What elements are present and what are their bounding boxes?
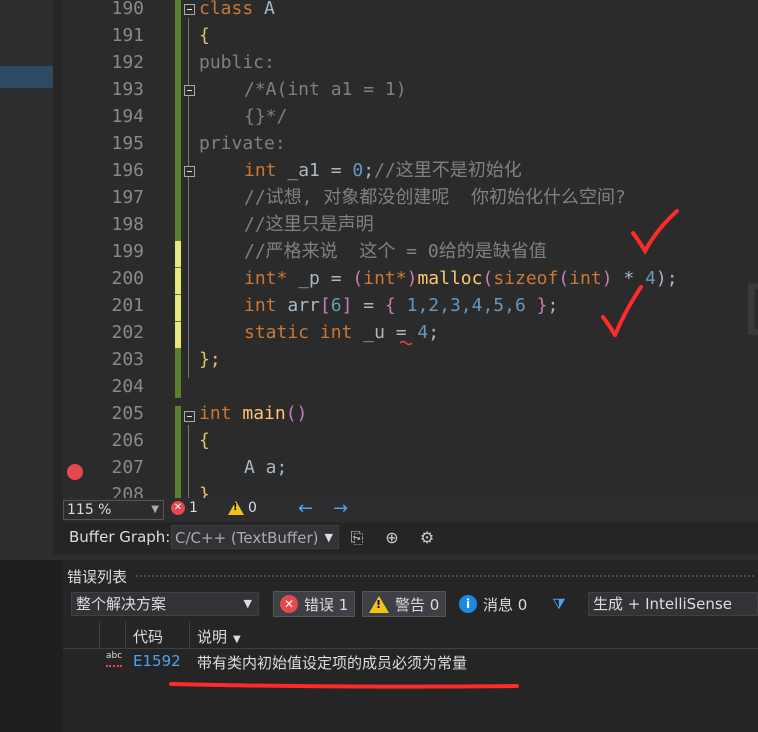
error-icon: ✕ (171, 501, 185, 515)
errors-filter-button[interactable]: ✕ 错误 1 (273, 591, 356, 617)
chevron-down-icon: ▼ (151, 504, 159, 515)
code-line[interactable]: int arr[6] = { 1,2,3,4,5,6 }; (244, 292, 558, 319)
code-line[interactable]: int* _p = (int*)malloc(sizeof(int) * 4); (244, 265, 678, 292)
warning-count[interactable]: ! 0 (228, 500, 257, 516)
line-number: 207 (111, 457, 144, 478)
code-line[interactable]: } (199, 481, 210, 498)
panel-title: 错误列表 (67, 568, 128, 586)
code-editor[interactable]: De 190 class A 191 { 192 public: 193 /*A… (63, 0, 758, 498)
line-number: 204 (111, 376, 144, 397)
code-line[interactable]: //严格来说 这个 = 0给的是缺省值 (244, 238, 547, 265)
line-number: 208 (111, 484, 144, 498)
messages-filter-button[interactable]: i 消息 0 (459, 591, 527, 617)
filter-icon[interactable]: ⧩ (547, 592, 571, 616)
chevron-down-icon: ▼ (233, 634, 241, 645)
code-line[interactable]: //这里只是声明 (244, 211, 374, 238)
buffer-graph-label: Buffer Graph: (69, 528, 171, 546)
column-divider (125, 622, 126, 648)
line-number: 199 (111, 241, 144, 262)
panel-drag-handle[interactable] (135, 574, 755, 578)
line-number: 205 (111, 403, 144, 424)
graph-add-icon[interactable]: ⊕ (381, 527, 403, 549)
zoom-select[interactable]: 115 % ▼ (63, 500, 164, 520)
info-icon: i (459, 595, 477, 613)
line-number: 203 (111, 349, 144, 370)
code-line[interactable]: int _a1 = 0;//这里不是初始化 (244, 157, 522, 184)
graph-settings-icon[interactable]: ⚙ (416, 527, 438, 549)
error-description: 带有类内初始值设定项的成员必须为常量 (197, 654, 468, 672)
line-number: 206 (111, 430, 144, 451)
buffer-graph-toolbar: Buffer Graph: C/C++ (TextBuffer) ▼ ⎘ ⊕ ⚙ (63, 522, 758, 554)
line-number: 190 (111, 0, 144, 19)
line-number: 198 (111, 214, 144, 235)
line-number: 201 (111, 295, 144, 316)
intellisense-error-icon: abc (106, 651, 123, 667)
chevron-down-icon: ▼ (324, 531, 333, 544)
editor-statusbar: 115 % ▼ ✕ 1 ! 0 ← → (63, 498, 758, 522)
error-table-header: 代码 说明 ▼ (63, 622, 758, 649)
nav-back-icon[interactable]: ← (298, 498, 313, 519)
error-icon: ✕ (280, 595, 298, 613)
code-line[interactable]: /*A(int a1 = 1) (244, 76, 407, 103)
error-code-link[interactable]: E1592 (133, 652, 181, 670)
line-number: 200 (111, 268, 144, 289)
line-number: 193 (111, 79, 144, 100)
red-underline-annotation (169, 682, 519, 689)
left-panel-selected-item[interactable] (0, 66, 53, 88)
line-number: 191 (111, 25, 144, 46)
graph-refresh-icon[interactable]: ⎘ (346, 527, 368, 549)
code-line[interactable]: class A (199, 0, 275, 22)
error-count[interactable]: ✕ 1 (171, 500, 198, 516)
column-divider (99, 622, 100, 648)
left-panel (0, 0, 53, 560)
warning-icon: ! (369, 595, 389, 613)
code-line[interactable]: static int _u = 4; (244, 319, 439, 346)
line-number: 202 (111, 322, 144, 343)
buffer-select[interactable]: C/C++ (TextBuffer) ▼ (171, 525, 339, 549)
line-number: 192 (111, 52, 144, 73)
scope-select[interactable]: 整个解决方案 ▼ (71, 592, 259, 616)
code-line[interactable]: { (199, 22, 210, 49)
code-line[interactable]: int main() (199, 400, 307, 427)
warning-icon: ! (228, 501, 244, 515)
line-number: 197 (111, 187, 144, 208)
code-line[interactable]: //试想, 对象都没创建呢 你初始化什么空间? (244, 184, 626, 211)
table-row[interactable]: abc E1592 带有类内初始值设定项的成员必须为常量 (63, 650, 758, 674)
code-line[interactable]: {}*/ (244, 103, 287, 130)
nav-forward-icon[interactable]: → (333, 498, 348, 519)
line-number: 196 (111, 160, 144, 181)
warnings-filter-button[interactable]: ! 警告 0 (362, 591, 447, 617)
column-divider (189, 622, 190, 648)
line-number: 195 (111, 133, 144, 154)
build-source-select[interactable]: 生成 + IntelliSense (588, 592, 758, 616)
code-line[interactable]: private: (199, 130, 286, 157)
column-header-description[interactable]: 说明 ▼ (197, 626, 241, 647)
code-line[interactable]: { (199, 427, 210, 454)
line-number: 194 (111, 106, 144, 127)
panel-divider (53, 0, 63, 560)
column-header-code[interactable]: 代码 (133, 626, 163, 647)
error-list-panel: 错误列表 整个解决方案 ▼ ✕ 错误 1 ! 警告 0 i 消息 0 ⧩ 生成 + In… (63, 560, 758, 732)
code-line[interactable]: A a; (244, 454, 287, 481)
code-line[interactable]: }; (199, 346, 221, 373)
code-line[interactable]: public: (199, 49, 275, 76)
chevron-down-icon: ▼ (243, 597, 252, 610)
